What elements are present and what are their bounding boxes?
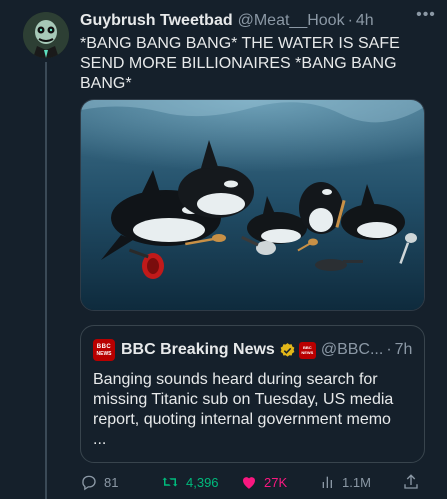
tweet-image[interactable] [80,99,425,311]
tweet-time[interactable]: 4h [356,12,374,30]
speech-bubble-icon [82,475,96,491]
author-handle[interactable]: @Meat__Hook [238,12,345,30]
heart-icon [243,477,255,489]
bbc-news-logo-icon: BBC NEWS [93,339,115,361]
quoted-tweet[interactable]: BBC NEWS BBC Breaking News BBC NEWS @BBC… [80,325,425,463]
bbc-logo-subtext: NEWS [96,350,112,357]
views-button[interactable]: 1.1M [320,471,371,493]
separator-dot: · [386,341,392,358]
quoted-tweet-text: Banging sounds heard during search for m… [93,371,394,448]
avatar[interactable] [23,12,69,58]
tweet-header: Guybrush Tweetbad @Meat__Hook · 4h [80,11,435,31]
bar-chart-icon [322,476,332,488]
bbc-affiliate-badge-icon: BBC NEWS [298,341,316,359]
quoted-author-handle[interactable]: @BBC... [321,341,383,359]
like-count: 27K [264,474,288,490]
tweet-text: *BANG BANG BANG* THE WATER IS SAFE SEND … [80,35,400,92]
bbc-logo-text: BBC [96,343,112,350]
retweet-count: 4,396 [186,474,219,490]
like-button[interactable]: 27K [240,471,287,493]
action-bar: 81 4,396 27K 1.1M [80,471,425,493]
views-count: 1.1M [342,474,371,490]
reply-button[interactable]: 81 [80,471,118,493]
author-name[interactable]: Guybrush Tweetbad [80,12,233,30]
reply-count: 81 [104,474,119,490]
bbc-badge-subtext: NEWS [301,350,314,355]
thread-line [45,62,47,499]
verified-gold-badge-icon [280,342,295,357]
quoted-author-name[interactable]: BBC Breaking News [121,341,275,359]
share-upload-icon [404,474,418,489]
share-button[interactable] [402,471,426,493]
quoted-tweet-header: BBC NEWS BBC Breaking News BBC NEWS @BBC… [93,338,416,362]
retweet-button[interactable]: 4,396 [160,471,219,493]
more-options-icon[interactable]: ••• [415,6,437,24]
retweet-arrows-icon [162,477,178,487]
separator-dot: · [347,12,353,29]
quoted-tweet-time[interactable]: 7h [395,341,413,359]
